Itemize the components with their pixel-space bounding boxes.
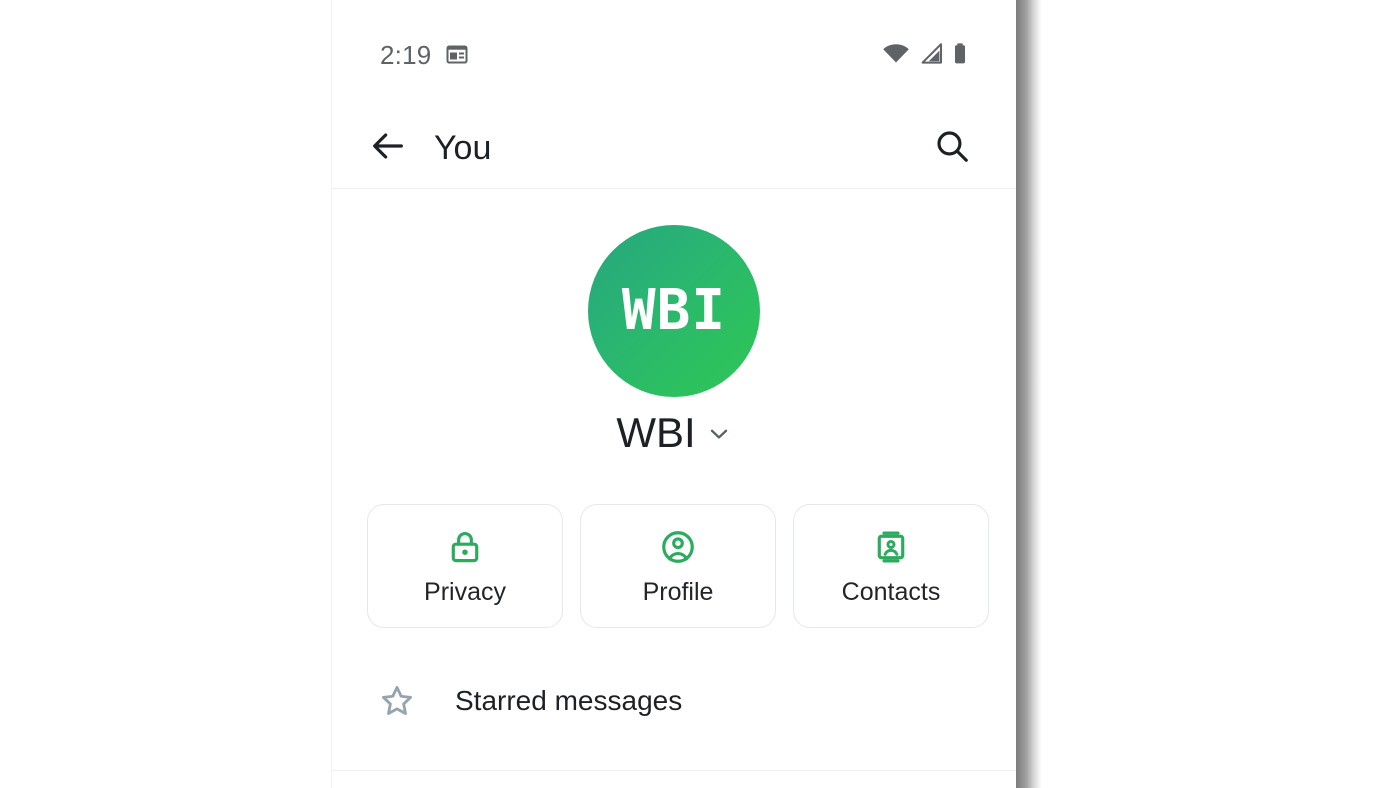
person-circle-icon xyxy=(659,528,697,566)
phone-frame-right-shadow xyxy=(1016,0,1042,788)
calendar-icon xyxy=(445,42,469,66)
contact-card-icon xyxy=(872,528,910,566)
status-bar: 2:19 xyxy=(332,0,1016,108)
profile-name-row[interactable]: WBI xyxy=(332,412,1016,454)
quick-action-label: Privacy xyxy=(424,577,506,606)
phone-screen: 2:19 You WBI WBI Privacy Profile Contact… xyxy=(332,0,1016,788)
battery-icon xyxy=(952,42,968,66)
avatar-initials: WBI xyxy=(621,278,727,343)
search-button[interactable] xyxy=(926,122,978,174)
back-button[interactable] xyxy=(362,122,414,174)
app-bar: You xyxy=(332,108,1016,188)
screenshot-canvas: 2:19 You WBI WBI Privacy Profile Contact… xyxy=(0,0,1400,788)
star-outline-icon xyxy=(374,682,420,720)
search-icon xyxy=(933,127,971,170)
quick-action-label: Profile xyxy=(642,577,714,606)
profile-display-name: WBI xyxy=(616,409,696,456)
back-arrow-icon xyxy=(368,126,408,171)
quick-action-privacy[interactable]: Privacy xyxy=(367,504,563,628)
app-bar-divider xyxy=(332,188,1016,189)
wifi-icon xyxy=(882,42,910,66)
quick-action-contacts[interactable]: Contacts xyxy=(793,504,989,628)
chevron-down-icon[interactable] xyxy=(706,421,732,452)
quick-action-profile[interactable]: Profile xyxy=(580,504,776,628)
list-item-starred-messages[interactable]: Starred messages xyxy=(332,658,1016,744)
page-title: You xyxy=(434,129,492,167)
quick-action-label: Contacts xyxy=(841,577,941,606)
lock-icon xyxy=(446,528,484,566)
profile-avatar-container: WBI xyxy=(332,225,1016,397)
list-item-label: Starred messages xyxy=(455,685,683,716)
status-bar-clock: 2:19 xyxy=(380,40,432,70)
avatar[interactable]: WBI xyxy=(588,225,760,397)
status-bar-left: 2:19 xyxy=(380,40,469,68)
cellular-signal-icon xyxy=(918,42,944,66)
bottom-divider xyxy=(332,770,1016,771)
quick-actions-row: Privacy Profile Contacts xyxy=(367,504,989,628)
status-bar-right xyxy=(882,42,968,66)
